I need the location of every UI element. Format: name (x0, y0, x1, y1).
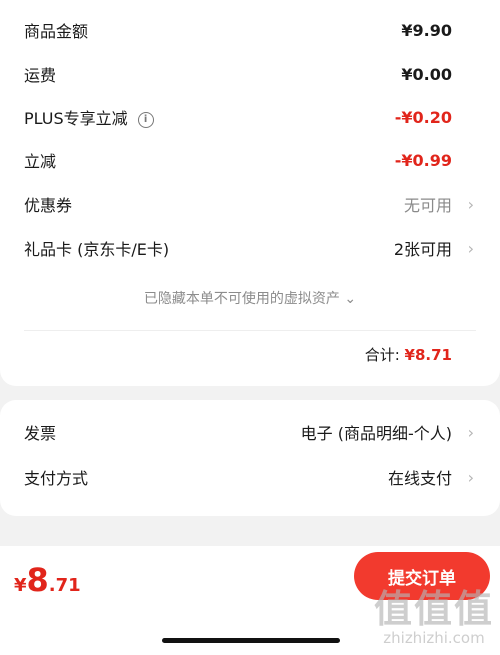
plus-discount-label: PLUS专享立减 (24, 109, 128, 128)
shipping-row: 运费 ¥0.00 (0, 60, 500, 88)
hidden-assets-toggle[interactable]: 已隐藏本单不可使用的虚拟资产 ⌄ (0, 288, 500, 308)
goods-amount-label: 商品金额 (24, 22, 89, 41)
total: 合计: ¥8.71 (365, 344, 452, 365)
final-price: ¥8.71 (14, 561, 81, 599)
instant-discount-value: -¥0.99 (394, 150, 452, 170)
watermark-url: zhizhizhi.com (383, 629, 485, 647)
goods-amount-row: 商品金额 ¥9.90 (0, 16, 500, 44)
price-decimal: .71 (48, 575, 81, 596)
divider (24, 330, 476, 331)
coupon-label: 优惠券 (24, 196, 73, 215)
gift-card-row[interactable]: 礼品卡 (京东卡/E卡) 2张可用 › (0, 234, 500, 262)
plus-discount-value: -¥0.20 (394, 107, 452, 127)
chevron-right-icon: › (467, 194, 474, 214)
chevron-down-icon: ⌄ (344, 291, 357, 307)
plus-discount-row: PLUS专享立减 i -¥0.20 (0, 103, 500, 131)
watermark: 值值值 zhizhizhi.com (374, 589, 494, 647)
order-summary-card: 商品金额 ¥9.90 运费 ¥0.00 PLUS专享立减 i -¥0.20 立减 … (0, 0, 500, 386)
coupon-value: 无可用 (403, 196, 452, 215)
invoice-value: 电子 (商品明细-个人) (300, 424, 452, 443)
payment-method-label: 支付方式 (24, 469, 89, 488)
price-integer: 8 (26, 561, 49, 599)
total-value: ¥8.71 (404, 346, 452, 364)
home-indicator[interactable] (162, 638, 340, 643)
chevron-right-icon: › (467, 422, 474, 442)
watermark-logo: 值值值 (373, 587, 494, 631)
shipping-label: 运费 (24, 66, 57, 85)
instant-discount-row: 立减 -¥0.99 (0, 146, 500, 174)
instant-discount-label: 立减 (24, 152, 57, 171)
gift-card-label: 礼品卡 (京东卡/E卡) (24, 240, 170, 259)
gift-card-value: 2张可用 (393, 240, 452, 259)
info-icon[interactable]: i (137, 111, 154, 128)
invoice-payment-card: 发票 电子 (商品明细-个人) › 支付方式 在线支付 › (0, 400, 500, 516)
price-currency: ¥ (14, 575, 27, 596)
goods-amount-value: ¥9.90 (401, 20, 452, 40)
payment-method-row[interactable]: 支付方式 在线支付 › (0, 463, 500, 491)
chevron-right-icon: › (467, 467, 474, 487)
coupon-row[interactable]: 优惠券 无可用 › (0, 190, 500, 218)
chevron-right-icon: › (467, 238, 474, 258)
hidden-assets-text: 已隐藏本单不可使用的虚拟资产 (143, 291, 340, 307)
shipping-value: ¥0.00 (401, 64, 452, 84)
invoice-label: 发票 (24, 424, 57, 443)
total-label: 合计: (364, 346, 400, 364)
payment-method-value: 在线支付 (387, 469, 452, 488)
invoice-row[interactable]: 发票 电子 (商品明细-个人) › (0, 418, 500, 446)
